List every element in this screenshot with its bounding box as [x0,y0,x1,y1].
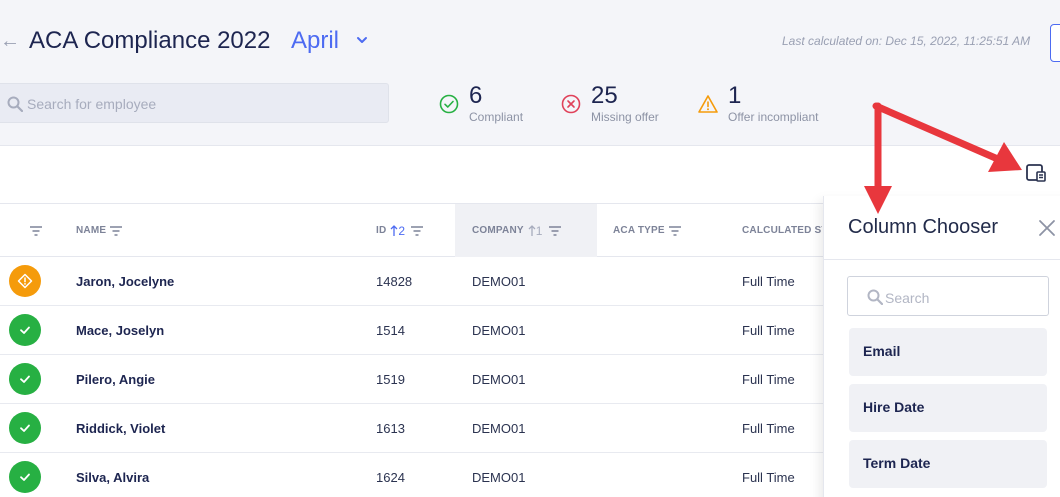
column-label: ID [376,225,387,236]
column-item-hire-date[interactable]: Hire Date [849,384,1047,432]
panel-title: Column Chooser [848,216,999,238]
employee-name[interactable]: Riddick, Violet [76,421,165,436]
column-label: COMPANY [472,225,524,236]
status-badge[interactable] [9,265,41,297]
sort-order: 1 [535,223,543,238]
check-circle-icon [439,94,459,114]
company-cell: DEMO01 [472,372,526,387]
back-arrow-icon[interactable]: ← [0,30,20,53]
employee-id: 1519 [376,372,405,387]
status-badge[interactable] [9,363,41,395]
calculated-status-cell: Full Time [742,323,795,338]
column-chooser-icon[interactable] [1024,161,1048,185]
column-item-label: Email [863,343,901,359]
header-action-button[interactable] [1050,24,1060,62]
employee-id: 14828 [376,274,413,289]
column-label: NAME [76,225,107,236]
status-filter-header[interactable] [30,204,60,257]
stat-label: Compliant [469,110,524,124]
search-placeholder: Search [885,290,930,306]
column-search-input[interactable]: Search [847,276,1049,316]
filter-icon[interactable] [30,225,42,236]
company-cell: DEMO01 [472,470,526,485]
employee-id: 1613 [376,421,405,436]
employee-name[interactable]: Pilero, Angie [76,372,155,387]
employee-name[interactable]: Jaron, Jocelyne [76,274,174,289]
company-cell: DEMO01 [472,274,526,289]
check-icon [20,326,30,334]
column-header-name[interactable]: NAME [76,204,326,257]
page-title: ACA Compliance 2022 [29,27,271,54]
column-item-label: Hire Date [863,399,925,415]
month-selector[interactable]: April [291,27,339,55]
x-circle-icon [561,94,581,114]
employee-id: 1624 [376,470,405,485]
stat-value: 6 [469,82,483,109]
employee-name[interactable]: Silva, Alvira [76,470,149,485]
column-header-company[interactable]: COMPANY 1 [455,204,597,257]
close-icon[interactable] [1037,218,1057,238]
calculated-status-cell: Full Time [742,470,795,485]
filter-icon[interactable] [411,225,424,236]
employee-name[interactable]: Mace, Joselyn [76,323,164,338]
column-label: CALCULATED ST [742,225,822,236]
calculated-status-cell: Full Time [742,274,795,289]
sort-ascending-icon [390,224,398,236]
stat-label: Missing offer [591,110,659,124]
status-badge[interactable] [9,412,41,444]
chevron-down-icon[interactable] [355,33,369,47]
column-item-email[interactable]: Email [849,328,1047,376]
employee-search-input[interactable]: Search for employee [0,83,389,123]
column-label: ACA TYPE [613,225,665,236]
sort-ascending-icon [528,224,536,236]
stat-label: Offer incompliant [728,110,819,124]
column-header-id[interactable]: ID 2 [376,204,454,257]
filter-icon[interactable] [110,225,123,236]
sort-order: 2 [398,223,406,238]
company-cell: DEMO01 [472,421,526,436]
filter-icon[interactable] [548,225,561,236]
warning-triangle-icon [698,95,718,113]
employee-id: 1514 [376,323,405,338]
stat-value: 25 [591,82,618,109]
search-placeholder: Search for employee [27,96,157,112]
filter-icon[interactable] [668,225,681,236]
column-item-term-date[interactable]: Term Date [849,440,1047,488]
search-icon [7,96,23,112]
column-item-label: Term Date [863,455,931,471]
calculated-status-cell: Full Time [742,421,795,436]
search-icon [867,289,883,305]
company-cell: DEMO01 [472,323,526,338]
column-header-calculated-status[interactable]: CALCULATED ST [742,204,822,257]
calculated-status-cell: Full Time [742,372,795,387]
warning-diamond-icon [17,273,33,289]
column-header-aca-type[interactable]: ACA TYPE [613,204,733,257]
stat-value: 1 [728,82,742,109]
status-badge[interactable] [9,314,41,346]
check-icon [20,375,30,383]
check-icon [20,473,30,481]
check-icon [20,424,30,432]
divider [824,259,1060,260]
column-chooser-panel: Column Chooser Search Email Hire Date Te… [823,196,1060,497]
last-calculated-text: Last calculated on: Dec 15, 2022, 11:25:… [782,34,1031,48]
header-band: ← ACA Compliance 2022 April Last calcula… [0,0,1060,146]
status-badge[interactable] [9,461,41,493]
